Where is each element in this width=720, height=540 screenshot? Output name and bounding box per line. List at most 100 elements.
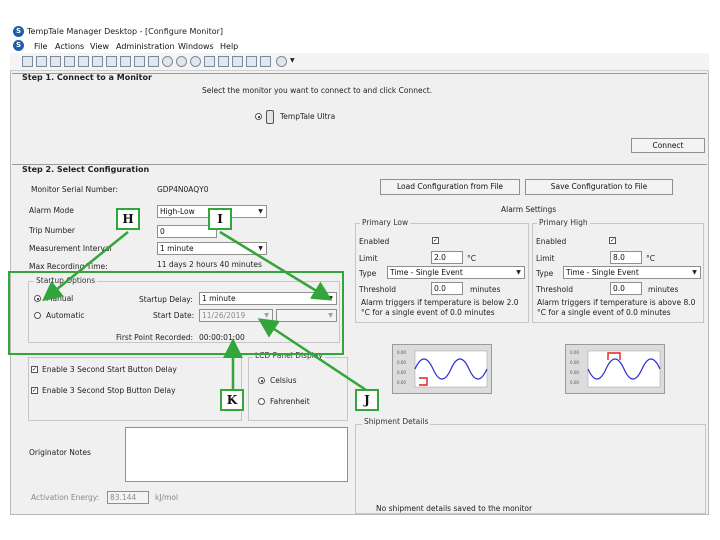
filter-icon[interactable]	[218, 56, 229, 67]
celsius-radio[interactable]	[258, 377, 265, 384]
high-enabled-checkbox[interactable]: ✓	[609, 237, 616, 244]
serial-label: Monitor Serial Number:	[31, 185, 119, 194]
temptale-device-icon	[266, 110, 274, 124]
chevron-down-icon: ▼	[692, 269, 697, 276]
menu-help[interactable]: Help	[220, 42, 238, 51]
high-type-value: Time - Single Event	[566, 268, 639, 277]
lcd-display-group	[248, 357, 348, 421]
low-limit-unit: °C	[467, 254, 476, 263]
measurement-interval-select[interactable]: 1 minute ▼	[157, 242, 267, 255]
chevron-down-icon: ▼	[516, 269, 521, 276]
max-recording-label: Max Recording Time:	[29, 262, 108, 271]
zoom-reset-icon[interactable]	[190, 56, 201, 67]
stop-delay-checkbox[interactable]: ✓	[31, 387, 38, 394]
svg-text:0.00: 0.00	[570, 380, 579, 385]
app-menu-icon[interactable]: S	[13, 40, 24, 51]
low-threshold-input[interactable]: 0.0	[431, 282, 463, 295]
fahrenheit-label[interactable]: Fahrenheit	[270, 397, 310, 406]
shipment-details-legend: Shipment Details	[362, 417, 431, 426]
menu-file[interactable]: File	[34, 42, 47, 51]
alarm-mode-value: High-Low	[160, 207, 195, 216]
stop-delay-label[interactable]: Enable 3 Second Stop Button Delay	[42, 386, 176, 395]
measurement-interval-value: 1 minute	[160, 244, 194, 253]
bar-chart-icon[interactable]	[204, 56, 215, 67]
report-icon[interactable]	[120, 56, 131, 67]
max-recording-value: 11 days 2 hours 40 minutes	[157, 260, 262, 269]
menu-actions[interactable]: Actions	[55, 42, 84, 51]
high-threshold-input[interactable]: 0.0	[610, 282, 642, 295]
connect-button[interactable]: Connect	[631, 138, 705, 153]
low-threshold-label: Threshold	[359, 285, 396, 294]
low-limit-input[interactable]: 2.0	[431, 251, 463, 264]
edit-icon[interactable]	[260, 56, 271, 67]
step1-title: Step 1. Connect to a Monitor	[22, 73, 152, 82]
title-bar: S TempTale Manager Desktop - [Configure …	[10, 23, 709, 39]
monitor-icon[interactable]	[78, 56, 89, 67]
fahrenheit-radio[interactable]	[258, 398, 265, 405]
save-icon[interactable]	[36, 56, 47, 67]
activation-energy-unit: kJ/mol	[155, 493, 179, 502]
monitor-option-label[interactable]: TempTale Ultra	[280, 112, 335, 121]
menu-administration[interactable]: Administration	[116, 42, 175, 51]
zoom-out-icon[interactable]	[176, 56, 187, 67]
print-icon[interactable]	[50, 56, 61, 67]
zoom-in-icon[interactable]	[162, 56, 173, 67]
low-type-label: Type	[359, 269, 377, 278]
alarm-settings-title: Alarm Settings	[501, 205, 557, 214]
annotate-icon[interactable]	[232, 56, 243, 67]
open-icon[interactable]	[22, 56, 33, 67]
high-alarm-description: Alarm triggers if temperature is above 8…	[537, 298, 696, 317]
callout-k: K	[220, 389, 244, 411]
originator-notes-label: Originator Notes	[29, 448, 91, 457]
startup-options-highlight	[8, 271, 344, 355]
help-dropdown-icon[interactable]: ▼	[290, 57, 295, 64]
svg-text:0.00: 0.00	[570, 370, 579, 375]
serial-value: GDP4N0AQY0	[157, 185, 209, 194]
measurement-interval-label: Measurement Interval	[29, 244, 112, 253]
high-limit-unit: °C	[646, 254, 655, 263]
graph-icon[interactable]	[134, 56, 145, 67]
low-enabled-checkbox[interactable]: ✓	[432, 237, 439, 244]
svg-text:0.00: 0.00	[570, 360, 579, 365]
configure-icon[interactable]	[106, 56, 117, 67]
high-limit-input[interactable]: 8.0	[610, 251, 642, 264]
high-alarm-wave-icon: 0.00 0.00 0.00 0.00	[570, 350, 661, 388]
email-icon[interactable]	[246, 56, 257, 67]
activation-energy-label: Activation Energy:	[31, 493, 100, 502]
low-type-value: Time - Single Event	[390, 268, 463, 277]
step2-title: Step 2. Select Configuration	[22, 165, 150, 174]
download-icon[interactable]	[92, 56, 103, 67]
primary-low-legend: Primary Low	[360, 218, 411, 227]
start-delay-label[interactable]: Enable 3 Second Start Button Delay	[42, 365, 177, 374]
menu-view[interactable]: View	[90, 42, 109, 51]
activation-energy-input[interactable]: 83.144	[107, 491, 149, 504]
monitor-radio[interactable]	[255, 113, 262, 120]
svg-text:0.00: 0.00	[397, 350, 406, 355]
svg-text:0.00: 0.00	[397, 370, 406, 375]
save-config-button[interactable]: Save Configuration to File	[525, 179, 673, 195]
window-title: TempTale Manager Desktop - [Configure Mo…	[27, 27, 224, 36]
table-icon[interactable]	[148, 56, 159, 67]
load-config-button[interactable]: Load Configuration from File	[380, 179, 520, 195]
low-alarm-preview-graph: 0.00 0.00 0.00 0.00	[392, 344, 492, 394]
low-type-select[interactable]: Time - Single Event ▼	[387, 266, 525, 279]
chevron-down-icon: ▼	[258, 208, 263, 215]
primary-high-legend: Primary High	[537, 218, 590, 227]
high-threshold-unit: minutes	[648, 285, 679, 294]
low-alarm-wave-icon: 0.00 0.00 0.00 0.00	[397, 350, 488, 388]
step1-instruction: Select the monitor you want to connect t…	[202, 86, 433, 95]
high-type-label: Type	[536, 269, 554, 278]
start-delay-checkbox[interactable]: ✓	[31, 366, 38, 373]
celsius-label[interactable]: Celsius	[270, 376, 297, 385]
chevron-down-icon: ▼	[258, 245, 263, 252]
high-threshold-label: Threshold	[536, 285, 573, 294]
export-icon[interactable]	[64, 56, 75, 67]
shipment-details-group	[355, 424, 706, 514]
help-icon[interactable]	[276, 56, 287, 67]
menu-windows[interactable]: Windows	[178, 42, 214, 51]
high-limit-label: Limit	[536, 254, 555, 263]
high-type-select[interactable]: Time - Single Event ▼	[563, 266, 701, 279]
callout-i: I	[208, 208, 232, 230]
originator-notes-input[interactable]	[125, 427, 348, 482]
trip-number-label: Trip Number	[29, 226, 75, 235]
